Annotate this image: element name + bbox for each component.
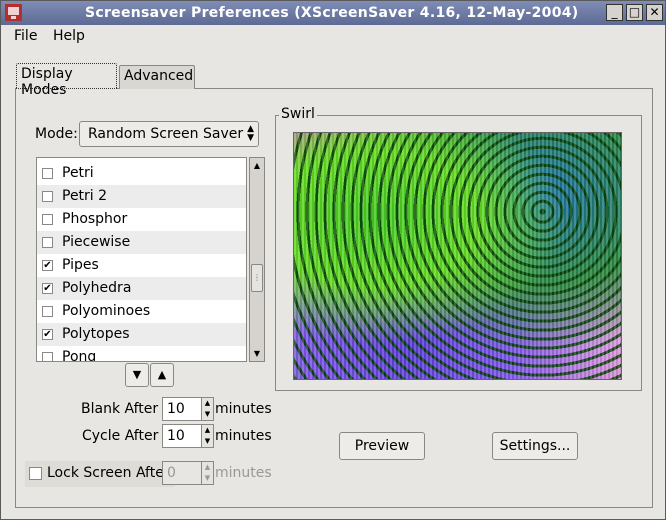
blank-after-units: minutes — [215, 401, 272, 417]
preview-frame-label: Swirl — [279, 106, 317, 122]
list-item-label: Piecewise — [62, 234, 131, 250]
up-down-arrows-icon: ▲ ▼ — [247, 124, 254, 143]
screensaver-preview — [293, 132, 622, 380]
minimize-button[interactable]: _ — [606, 4, 623, 21]
cycle-after-spinner[interactable]: 10 ▲ ▼ — [162, 424, 214, 448]
list-item-label: Polyominoes — [62, 303, 151, 319]
spinner-arrows-icon[interactable]: ▲ ▼ — [201, 398, 213, 420]
blank-after-value: 10 — [167, 401, 185, 417]
spinner-arrows-icon[interactable]: ▲ ▼ — [201, 425, 213, 447]
list-item-label: Pong — [62, 349, 97, 362]
list-item-label: Petri 2 — [62, 188, 108, 204]
xscreensaver-app-icon[interactable] — [5, 4, 22, 21]
cycle-after-units: minutes — [215, 428, 272, 444]
list-item[interactable]: Pong — [37, 346, 246, 362]
close-button[interactable]: ✕ — [646, 4, 663, 21]
spinner-arrows-icon: ▲ ▼ — [201, 462, 213, 484]
settings-button[interactable]: Settings... — [492, 432, 578, 460]
checkbox[interactable] — [42, 214, 53, 225]
preview-texture — [294, 133, 621, 379]
list-item-label: Petri — [62, 165, 94, 181]
checkbox[interactable] — [42, 306, 53, 317]
list-item[interactable]: Piecewise — [37, 231, 246, 254]
checkbox[interactable] — [42, 168, 53, 179]
tab-display-modes[interactable]: Display Modes — [16, 63, 117, 98]
list-scrollbar[interactable]: ▲ ⋮ ▼ — [249, 157, 265, 362]
window-title: Screensaver Preferences (XScreenSaver 4.… — [85, 5, 579, 21]
list-item-label: Phosphor — [62, 211, 128, 227]
scroll-up-icon[interactable]: ▲ — [251, 159, 263, 172]
checkbox-checked[interactable]: ✔ — [42, 283, 53, 294]
list-item[interactable]: Phosphor — [37, 208, 246, 231]
list-item[interactable]: Petri — [37, 162, 246, 185]
menu-file[interactable]: File — [14, 28, 37, 44]
checkbox-checked[interactable]: ✔ — [42, 329, 53, 340]
menu-help[interactable]: Help — [53, 28, 85, 44]
scrollbar-thumb[interactable]: ⋮ — [251, 264, 263, 292]
preferences-window: Screensaver Preferences (XScreenSaver 4.… — [0, 0, 666, 520]
list-item[interactable]: Polyominoes — [37, 300, 246, 323]
tab-advanced[interactable]: Advanced — [119, 65, 195, 89]
mode-select[interactable]: Random Screen Saver ▲ ▼ — [79, 121, 259, 147]
checkbox[interactable] — [42, 191, 53, 202]
list-item[interactable]: Petri 2 — [37, 185, 246, 208]
blank-after-label: Blank After — [81, 401, 159, 417]
next-saver-button[interactable]: ▼ — [125, 363, 149, 387]
lock-screen-label[interactable]: Lock Screen After — [47, 465, 170, 481]
mode-label: Mode: — [35, 126, 78, 142]
scroll-down-icon[interactable]: ▼ — [251, 347, 263, 360]
maximize-button[interactable]: □ — [626, 4, 643, 21]
list-item-label: Polytopes — [62, 326, 130, 342]
checkbox-checked[interactable]: ✔ — [42, 260, 53, 271]
lock-after-spinner: 0 ▲ ▼ — [162, 461, 214, 485]
checkbox[interactable] — [42, 237, 53, 248]
list-item[interactable]: ✔ Polytopes — [37, 323, 246, 346]
mode-select-value: Random Screen Saver — [88, 126, 244, 142]
cycle-after-label: Cycle After — [82, 428, 159, 444]
checkbox[interactable] — [42, 352, 53, 361]
blank-after-spinner[interactable]: 10 ▲ ▼ — [162, 397, 214, 421]
lock-screen-checkbox[interactable] — [29, 467, 42, 480]
screensaver-list[interactable]: Petri Petri 2 Phosphor Piecewise ✔ Pipes… — [36, 157, 247, 362]
previous-saver-button[interactable]: ▲ — [150, 363, 174, 387]
preview-button[interactable]: Preview — [339, 432, 425, 460]
cycle-after-value: 10 — [167, 428, 185, 444]
title-bar[interactable]: Screensaver Preferences (XScreenSaver 4.… — [1, 1, 665, 25]
lock-after-units: minutes — [215, 465, 272, 481]
list-item-label: Pipes — [62, 257, 99, 273]
list-item[interactable]: ✔ Pipes — [37, 254, 246, 277]
menu-bar: File Help — [1, 25, 665, 49]
list-item[interactable]: ✔ Polyhedra — [37, 277, 246, 300]
list-item-label: Polyhedra — [62, 280, 132, 296]
lock-after-value: 0 — [167, 465, 176, 481]
